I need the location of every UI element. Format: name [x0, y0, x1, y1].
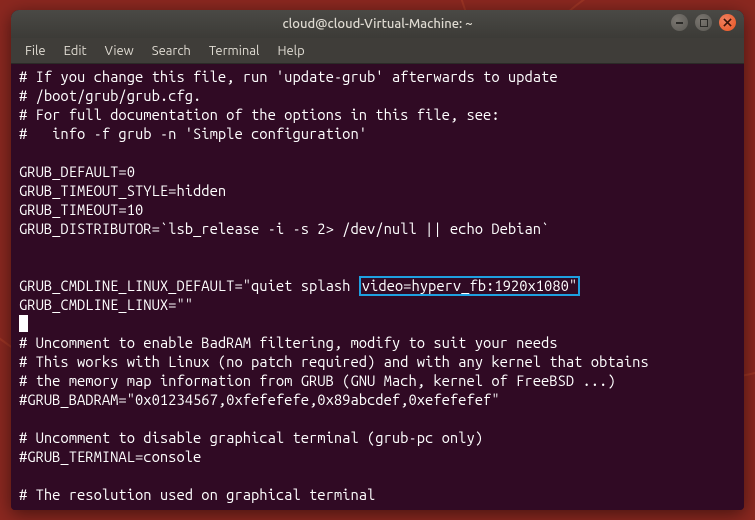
- menu-terminal[interactable]: Terminal: [201, 41, 268, 61]
- minimize-button[interactable]: [671, 14, 688, 31]
- highlight-box: video=hyperv_fb:1920x1080": [359, 276, 580, 296]
- terminal-line: # This works with Linux (no patch requir…: [19, 353, 649, 370]
- terminal-line: # info -f grub -n 'Simple configuration': [19, 125, 367, 142]
- terminal-line: GRUB_CMDLINE_LINUX="": [19, 296, 193, 313]
- window-controls: [671, 14, 736, 31]
- terminal-line: GRUB_CMDLINE_LINUX_DEFAULT="quiet splash: [19, 277, 359, 294]
- menu-edit[interactable]: Edit: [56, 41, 95, 61]
- terminal-line: GRUB_TIMEOUT=10: [19, 201, 143, 218]
- terminal-line: GRUB_DISTRIBUTOR=`lsb_release -i -s 2> /…: [19, 220, 549, 237]
- terminal-line: # Uncomment to disable graphical termina…: [19, 429, 483, 446]
- terminal-line: #GRUB_TERMINAL=console: [19, 448, 201, 465]
- text-cursor: [19, 315, 28, 332]
- terminal-line: # the memory map information from GRUB (…: [19, 372, 616, 389]
- terminal-line: # Uncomment to enable BadRAM filtering, …: [19, 334, 558, 351]
- terminal-window: cloud@cloud-Virtual-Machine: ~ File Edit…: [11, 10, 744, 510]
- terminal-line: # The resolution used on graphical termi…: [19, 486, 375, 503]
- terminal-line: GRUB_DEFAULT=0: [19, 163, 135, 180]
- terminal-line: GRUB_TIMEOUT_STYLE=hidden: [19, 182, 226, 199]
- maximize-button[interactable]: [695, 14, 712, 31]
- menu-help[interactable]: Help: [269, 41, 312, 61]
- window-title: cloud@cloud-Virtual-Machine: ~: [11, 17, 744, 31]
- menubar: File Edit View Search Terminal Help: [11, 38, 744, 64]
- menu-search[interactable]: Search: [144, 41, 199, 61]
- terminal-line: #GRUB_BADRAM="0x01234567,0xfefefefe,0x89…: [19, 391, 500, 408]
- terminal-viewport[interactable]: # If you change this file, run 'update-g…: [11, 64, 744, 510]
- terminal-line: # For full documentation of the options …: [19, 106, 500, 123]
- titlebar[interactable]: cloud@cloud-Virtual-Machine: ~: [11, 10, 744, 38]
- menu-file[interactable]: File: [17, 41, 54, 61]
- menu-view[interactable]: View: [97, 41, 142, 61]
- terminal-line: # If you change this file, run 'update-g…: [19, 68, 558, 85]
- terminal-line: # /boot/grub/grub.cfg.: [19, 87, 201, 104]
- close-button[interactable]: [719, 14, 736, 31]
